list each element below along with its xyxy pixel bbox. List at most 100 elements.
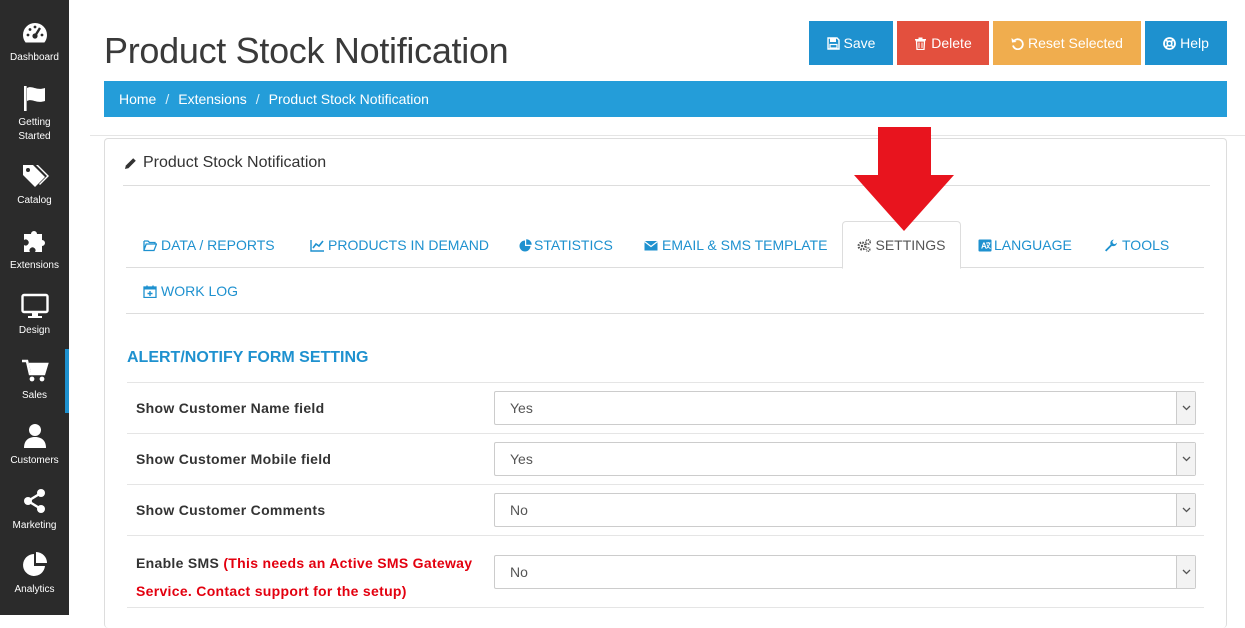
tabs-bottom-divider	[126, 313, 1204, 314]
save-button-label: Save	[843, 35, 876, 51]
calendar-plus-icon	[143, 285, 157, 298]
field-label: Show Customer Name field	[136, 400, 325, 416]
tab-label: SETTINGS	[875, 237, 946, 253]
cogs-icon	[857, 238, 872, 252]
show-customer-comments-select[interactable]: No	[494, 493, 1196, 527]
sms-gateway-note-continued: Service. Contact support for the setup)	[136, 583, 407, 599]
tab-work-log[interactable]: WORK LOG	[143, 283, 238, 299]
delete-button-label: Delete	[931, 35, 972, 51]
sidebar-item-label: Design	[18, 325, 51, 336]
pie-chart-icon	[519, 238, 532, 251]
select-value: No	[510, 502, 528, 518]
row-divider	[127, 535, 1204, 536]
help-button[interactable]: Help	[1145, 21, 1227, 65]
show-customer-name-select[interactable]: Yes	[494, 391, 1196, 425]
flag-icon	[23, 86, 45, 111]
page-title: Product Stock Notification	[104, 30, 509, 71]
undo-icon	[1011, 37, 1024, 50]
sidebar-item-extensions[interactable]: Extensions	[0, 228, 69, 288]
folder-open-icon	[143, 239, 157, 251]
divider	[90, 135, 1245, 136]
pie-chart-icon	[22, 552, 47, 576]
panel-heading: Product Stock Notification	[124, 154, 326, 172]
enable-sms-label: Enable SMS	[136, 555, 220, 571]
sidebar: Dashboard Getting Started Catalog Extens…	[0, 0, 69, 615]
tab-data-reports[interactable]: DATA / REPORTS	[143, 237, 275, 253]
sidebar-item-label: Catalog	[17, 195, 52, 206]
chevron-down-icon	[1176, 392, 1195, 424]
life-ring-icon	[1163, 36, 1176, 50]
sidebar-item-analytics[interactable]: Analytics	[0, 552, 69, 612]
sidebar-item-label: Dashboard	[10, 52, 59, 63]
sidebar-item-customers[interactable]: Customers	[0, 423, 69, 483]
field-label: Show Customer Comments	[136, 502, 326, 518]
tab-label: STATISTICS	[534, 237, 613, 253]
reset-selected-button-label: Reset Selected	[1028, 35, 1123, 51]
share-icon	[23, 489, 45, 513]
row-divider	[127, 433, 1204, 434]
tab-label: PRODUCTS IN DEMAND	[328, 237, 490, 253]
show-customer-mobile-select[interactable]: Yes	[494, 442, 1196, 476]
chevron-down-icon	[1176, 494, 1195, 526]
tabs-baseline	[126, 267, 1204, 268]
select-value: No	[510, 564, 528, 580]
reset-selected-button[interactable]: Reset Selected	[993, 21, 1141, 65]
delete-button[interactable]: Delete	[897, 21, 989, 65]
row-divider	[127, 382, 1204, 383]
select-value: Yes	[510, 451, 533, 467]
tab-label: WORK LOG	[161, 283, 239, 299]
sidebar-item-getting-started[interactable]: Getting Started	[0, 85, 69, 151]
sidebar-item-label: Extensions	[10, 260, 59, 271]
wrench-icon	[1105, 239, 1117, 251]
breadcrumb-separator: /	[165, 91, 170, 107]
save-button[interactable]: Save	[809, 21, 893, 65]
annotation-arrow-icon	[854, 127, 954, 231]
row-divider	[127, 607, 1204, 608]
enable-sms-select[interactable]: No	[494, 555, 1196, 589]
user-icon	[23, 424, 46, 448]
tab-label: EMAIL & SMS TEMPLATE	[662, 237, 828, 253]
tab-label: DATA / REPORTS	[161, 237, 275, 253]
breadcrumb-separator: /	[255, 91, 260, 107]
tags-icon	[22, 165, 49, 187]
field-label: Show Customer Mobile field	[136, 451, 332, 467]
row-divider	[127, 484, 1204, 485]
panel-heading-text: Product Stock Notification	[143, 154, 327, 171]
tab-statistics[interactable]: STATISTICS	[519, 237, 613, 253]
envelope-icon	[644, 240, 658, 250]
help-button-label: Help	[1180, 35, 1209, 51]
sms-gateway-note: (This needs an Active SMS Gateway	[223, 555, 473, 571]
tab-products-in-demand[interactable]: PRODUCTS IN DEMAND	[310, 237, 489, 253]
language-icon: A	[978, 239, 992, 251]
sidebar-item-label: Marketing	[12, 520, 57, 531]
section-title: ALERT/NOTIFY FORM SETTING	[127, 349, 369, 366]
sidebar-item-marketing[interactable]: Marketing	[0, 488, 69, 548]
divider	[123, 185, 1210, 186]
monitor-icon	[20, 293, 49, 318]
breadcrumb: Home / Extensions / Product Stock Notifi…	[104, 81, 1227, 117]
tab-label: TOOLS	[1122, 237, 1170, 253]
pencil-icon	[125, 157, 136, 169]
select-value: Yes	[510, 400, 533, 416]
sidebar-item-label: Getting Started	[18, 117, 51, 142]
tab-tools[interactable]: TOOLS	[1104, 237, 1169, 253]
sidebar-item-label: Analytics	[14, 584, 55, 595]
breadcrumb-current[interactable]: Product Stock Notification	[269, 91, 429, 107]
breadcrumb-home[interactable]: Home	[119, 91, 156, 107]
chevron-down-icon	[1176, 556, 1195, 588]
puzzle-icon	[23, 231, 45, 252]
sidebar-item-design[interactable]: Design	[0, 293, 69, 353]
tab-email-sms-template[interactable]: EMAIL & SMS TEMPLATE	[644, 237, 827, 253]
chevron-down-icon	[1176, 443, 1195, 475]
sidebar-item-label: Sales	[21, 390, 47, 401]
cart-icon	[21, 359, 49, 382]
tab-language[interactable]: A LANGUAGE	[978, 237, 1072, 253]
sidebar-item-sales[interactable]: Sales	[0, 349, 69, 413]
sidebar-item-dashboard[interactable]: Dashboard	[0, 20, 69, 80]
tab-label: LANGUAGE	[994, 237, 1072, 253]
sidebar-item-label: Customers	[10, 455, 59, 466]
trash-icon	[915, 37, 927, 50]
field-label: Enable SMS (This needs an Active SMS Gat…	[136, 549, 486, 605]
breadcrumb-extensions[interactable]: Extensions	[178, 91, 246, 107]
sidebar-item-catalog[interactable]: Catalog	[0, 163, 69, 223]
